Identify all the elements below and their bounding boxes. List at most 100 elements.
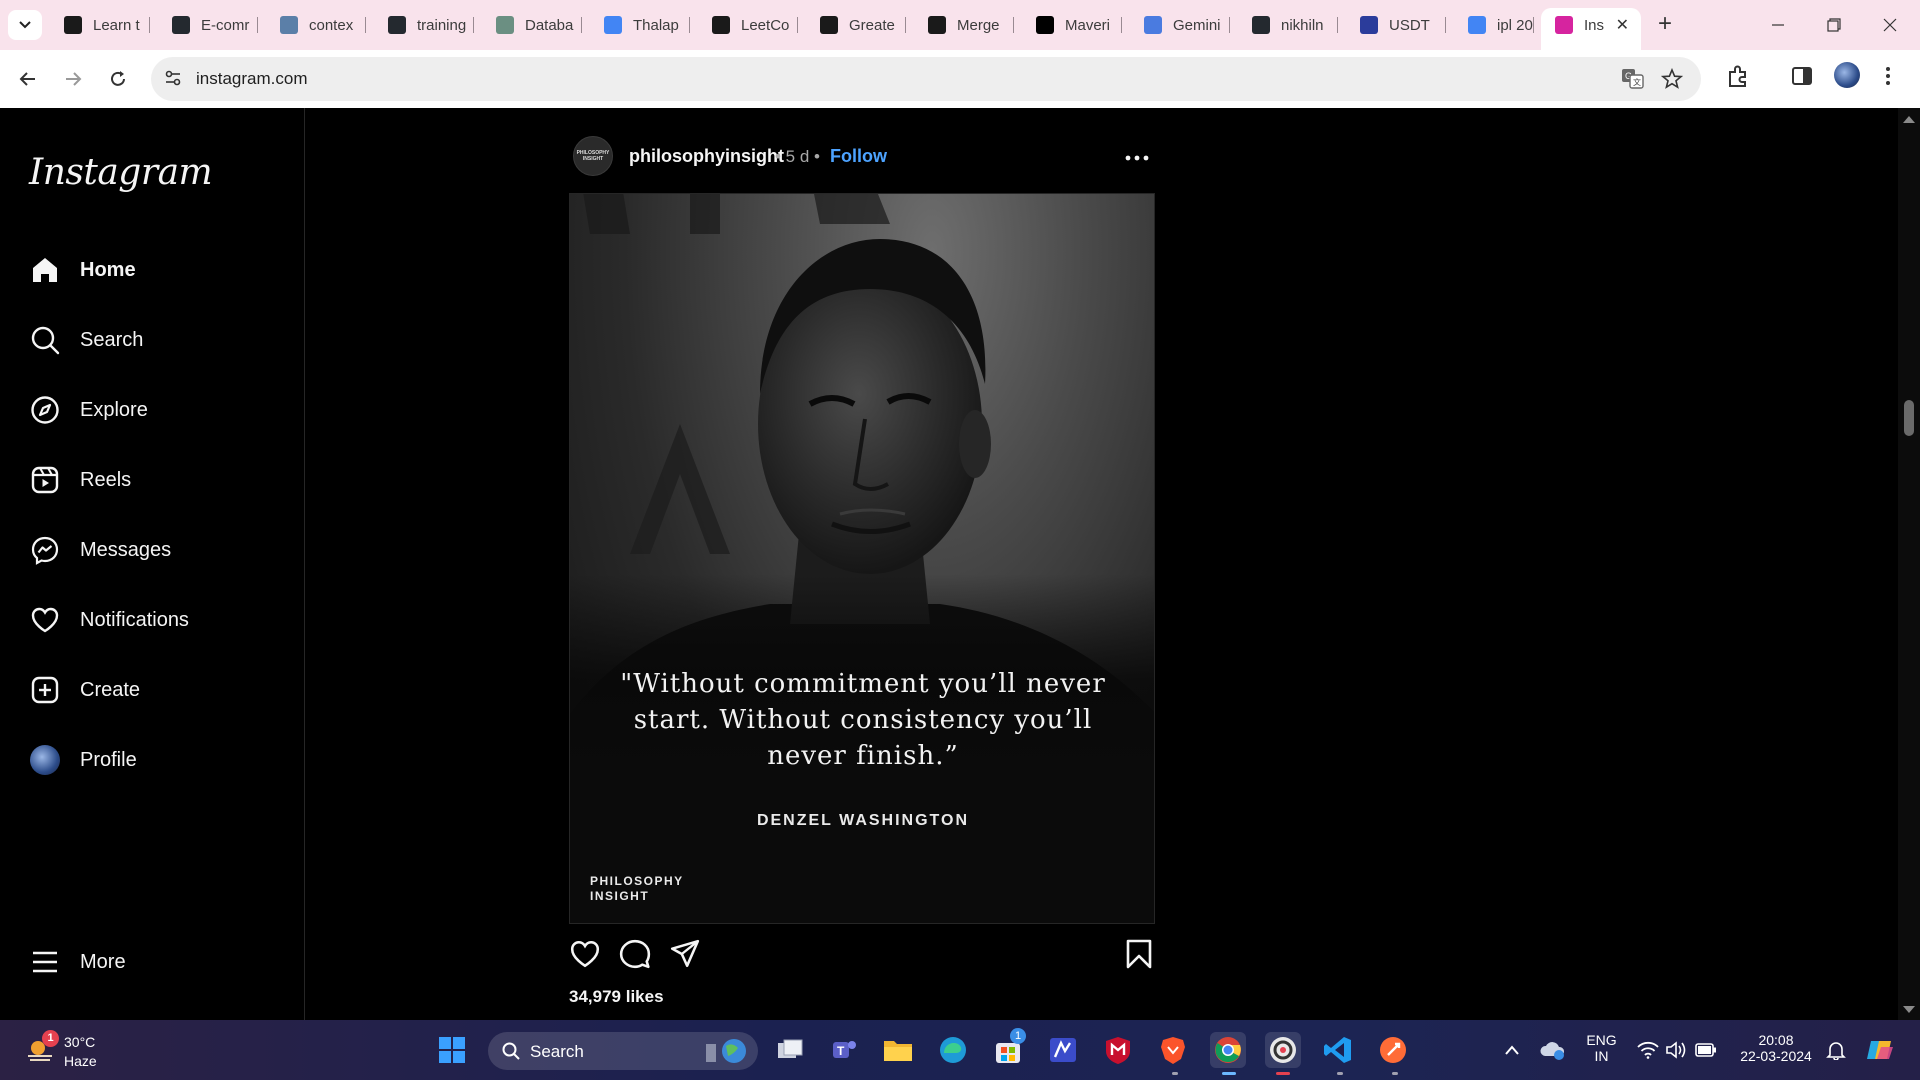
browser-tab[interactable]: Databa	[482, 8, 582, 42]
obs-recorder-icon[interactable]	[1265, 1032, 1301, 1068]
tab-separator	[1533, 17, 1534, 33]
chevron-down-icon	[19, 21, 31, 29]
windows-start-icon[interactable]	[434, 1032, 470, 1068]
translate-icon[interactable]: G文	[1621, 68, 1645, 95]
nav-profile[interactable]: Profile	[29, 736, 137, 784]
instagram-logo[interactable]: Instagram	[29, 152, 213, 193]
restore-button[interactable]	[1806, 0, 1862, 50]
nav-notifications-label: Notifications	[80, 608, 189, 631]
nav-explore[interactable]: Explore	[29, 386, 148, 434]
edge-icon[interactable]	[935, 1032, 971, 1068]
browser-tab[interactable]: Learn t	[50, 8, 150, 42]
github-favicon	[1252, 16, 1270, 34]
nav-more[interactable]: More	[29, 938, 126, 986]
close-window-button[interactable]	[1862, 0, 1918, 50]
browser-tab[interactable]: Gemini	[1130, 8, 1230, 42]
new-tab-button[interactable]: +	[1650, 10, 1680, 40]
battery-icon[interactable]	[1688, 1032, 1724, 1068]
back-button[interactable]	[13, 64, 43, 94]
weather-condition: Haze	[64, 1053, 97, 1069]
mcafee-icon[interactable]	[1100, 1032, 1136, 1068]
tab-search-button[interactable]	[8, 10, 42, 40]
weather-temp: 30°C	[64, 1034, 96, 1050]
browser-menu-icon[interactable]	[1884, 64, 1892, 93]
scrollbar-thumb[interactable]	[1904, 400, 1914, 436]
follow-button[interactable]: Follow	[830, 146, 887, 167]
profile-avatar[interactable]	[1834, 62, 1860, 88]
url-text[interactable]: instagram.com	[196, 69, 307, 89]
teams-icon[interactable]: T	[826, 1032, 862, 1068]
explore-icon	[29, 394, 61, 426]
browser-toolbar: instagram.com G文	[0, 50, 1920, 108]
weather-widget[interactable]: 1 30°C Haze	[22, 1030, 132, 1072]
browser-tab[interactable]: contex	[266, 8, 366, 42]
like-heart-icon[interactable]	[569, 938, 601, 975]
browser-tab[interactable]: ipl 202	[1454, 8, 1534, 42]
notification-bell-icon[interactable]	[1818, 1032, 1854, 1068]
browser-tab[interactable]: Greate	[806, 8, 906, 42]
post-username[interactable]: philosophyinsight	[629, 146, 784, 167]
browser-tab[interactable]: E-comr	[158, 8, 258, 42]
side-panel-icon[interactable]	[1790, 64, 1814, 93]
save-bookmark-icon[interactable]	[1125, 938, 1153, 975]
reload-button[interactable]	[103, 64, 133, 94]
brave-icon[interactable]	[1155, 1032, 1191, 1068]
comment-icon[interactable]	[619, 938, 651, 975]
onedrive-icon[interactable]	[1535, 1032, 1571, 1068]
browser-tab-label: training	[417, 16, 467, 34]
tab-separator	[1013, 17, 1014, 33]
nav-reels[interactable]: Reels	[29, 456, 131, 504]
close-tab-icon[interactable]: ✕	[1616, 15, 1629, 35]
chrome-icon[interactable]	[1210, 1032, 1246, 1068]
nav-notifications[interactable]: Notifications	[29, 596, 189, 644]
likes-count[interactable]: 34,979 likes	[569, 987, 664, 1007]
forward-button[interactable]	[58, 64, 88, 94]
browser-tab[interactable]: Thalap	[590, 8, 690, 42]
postman-icon[interactable]	[1375, 1032, 1411, 1068]
task-view-icon[interactable]	[772, 1032, 808, 1068]
tab-separator	[905, 17, 906, 33]
post-actions	[569, 938, 1155, 978]
microsoft-store-icon[interactable]: 1	[990, 1028, 1026, 1068]
nav-create[interactable]: Create	[29, 666, 140, 714]
leetcode-favicon	[712, 16, 730, 34]
browser-tab[interactable]: Ins ✕	[1541, 8, 1641, 50]
language-indicator[interactable]: ENG IN	[1584, 1032, 1619, 1064]
more-options-icon[interactable]	[1125, 142, 1149, 168]
extensions-icon[interactable]	[1725, 64, 1751, 95]
create-icon	[29, 674, 61, 706]
post-avatar[interactable]: PHILOSOPHY INSIGHT	[573, 136, 613, 176]
scroll-down-icon[interactable]	[1903, 1006, 1915, 1013]
browser-tab-label: Gemini	[1173, 16, 1221, 34]
reload-icon	[111, 71, 125, 86]
bookmark-star-icon[interactable]	[1660, 67, 1684, 95]
nav-search[interactable]: Search	[29, 316, 143, 364]
share-send-icon[interactable]	[669, 938, 701, 975]
site-info-icon[interactable]	[163, 68, 183, 93]
nav-home[interactable]: Home	[29, 246, 136, 294]
copilot-icon[interactable]	[1862, 1032, 1898, 1068]
browser-tab[interactable]: training	[374, 8, 474, 42]
post-image[interactable]: "Without commitment you’ll never start. …	[569, 193, 1155, 924]
browser-tab[interactable]: USDT	[1346, 8, 1446, 42]
browser-tab[interactable]: nikhiln	[1238, 8, 1338, 42]
file-explorer-icon[interactable]	[880, 1032, 916, 1068]
browser-tab[interactable]: LeetCo	[698, 8, 798, 42]
system-clock[interactable]: 20:08 22-03-2024	[1728, 1032, 1824, 1064]
nav-messages[interactable]: Messages	[29, 526, 171, 574]
scroll-up-icon[interactable]	[1903, 116, 1915, 123]
page-scrollbar[interactable]	[1898, 108, 1920, 1020]
close-icon	[1883, 18, 1897, 32]
vscode-icon[interactable]	[1320, 1032, 1356, 1068]
restore-icon	[1827, 18, 1841, 32]
browser-tab[interactable]: Maveri	[1022, 8, 1122, 42]
address-bar[interactable]: instagram.com G文	[151, 57, 1701, 101]
weather-badge: 1	[42, 1030, 59, 1047]
minimize-button[interactable]	[1750, 0, 1806, 50]
show-hidden-icons-chevron-icon[interactable]	[1494, 1032, 1530, 1068]
browser-tab-label: Databa	[525, 16, 574, 34]
taskbar-search-box[interactable]: Search	[488, 1032, 758, 1070]
app-nowledge-icon[interactable]	[1045, 1032, 1081, 1068]
browser-tab[interactable]: Merge	[914, 8, 1014, 42]
tab-separator	[689, 17, 690, 33]
